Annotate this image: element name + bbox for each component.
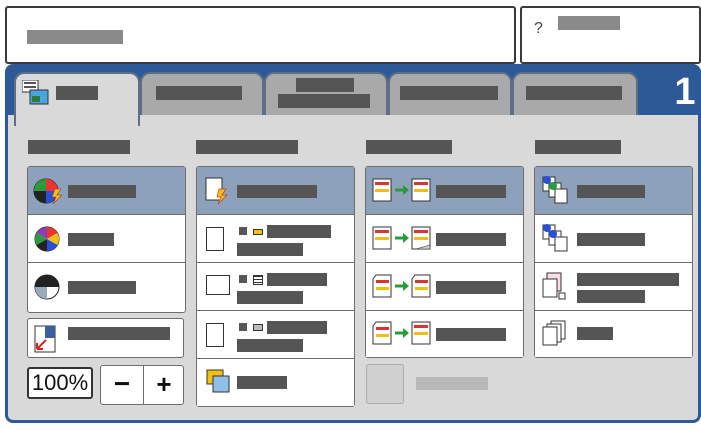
column-heading-output <box>535 140 621 154</box>
color-option-full[interactable] <box>28 215 185 263</box>
option-label <box>68 327 170 340</box>
output-option-stack[interactable] <box>535 311 692 357</box>
option-label <box>237 185 317 198</box>
stacked-icon <box>542 320 566 346</box>
zoom-decrease-button[interactable]: − <box>101 366 143 404</box>
option-label <box>577 233 645 246</box>
option-label <box>436 281 506 294</box>
tab-label <box>526 86 622 100</box>
sided-option-1-1[interactable] <box>366 167 523 215</box>
tray-number-icon <box>239 227 247 235</box>
paper-option-tray3[interactable] <box>197 311 354 359</box>
black-white-icon <box>34 274 60 300</box>
tab-label <box>400 86 498 100</box>
help-icon[interactable]: ? <box>534 20 554 44</box>
option-label-line2 <box>577 290 645 303</box>
status-text-placeholder <box>27 30 123 44</box>
two-sided-icon <box>372 274 431 298</box>
tab-copy[interactable] <box>14 72 140 126</box>
color-option-bw[interactable] <box>28 263 185 311</box>
tab-label <box>156 86 242 100</box>
tray-icon <box>253 275 263 285</box>
collated-icon <box>542 176 568 204</box>
zoom-value[interactable]: 100% <box>27 367 93 399</box>
option-label-line1 <box>267 321 327 334</box>
option-label <box>436 185 506 198</box>
paper-option-more[interactable] <box>197 359 354 406</box>
option-label-line2 <box>237 291 303 304</box>
two-to-one-sided-icon <box>372 321 431 345</box>
paper-icon <box>206 275 230 295</box>
tab-label-line1 <box>296 78 354 92</box>
reduce-enlarge-icon <box>34 325 56 353</box>
paper-icon <box>206 227 224 251</box>
tab-label-line2 <box>278 94 370 108</box>
paper-option-tray1[interactable] <box>197 215 354 263</box>
column-heading-color <box>28 140 130 154</box>
output-option-auto[interactable] <box>535 167 692 215</box>
sided-option-1-2[interactable] <box>366 215 523 263</box>
collated-sets-icon <box>542 224 568 252</box>
option-label <box>577 185 645 198</box>
option-label <box>577 327 613 340</box>
tray-number-icon <box>239 275 247 283</box>
disabled-option-label <box>416 377 488 390</box>
one-to-two-sided-icon <box>372 226 431 250</box>
color-group <box>27 166 186 313</box>
column-heading-paper <box>196 140 298 154</box>
one-sided-icon <box>372 178 431 202</box>
full-color-icon <box>34 226 60 252</box>
output-option-uncollated[interactable] <box>535 263 692 311</box>
option-label-line1 <box>267 273 327 286</box>
tray-icon <box>253 229 263 235</box>
auto-color-icon <box>33 178 63 205</box>
job-count-badge: 1 <box>674 71 696 113</box>
uncollated-icon <box>542 272 566 300</box>
help-label-placeholder <box>558 16 620 30</box>
paper-icon <box>206 323 224 347</box>
option-label <box>237 376 287 389</box>
paper-auto-icon <box>205 177 228 205</box>
option-label <box>436 328 506 341</box>
paper-option-tray2[interactable] <box>197 263 354 311</box>
option-label-line2 <box>237 243 303 256</box>
paper-more-icon <box>206 369 230 393</box>
option-label-line2 <box>237 339 303 352</box>
output-option-collated[interactable] <box>535 215 692 263</box>
option-label <box>68 281 136 294</box>
reduce-enlarge-button[interactable] <box>27 318 184 358</box>
disabled-option-button <box>366 364 404 404</box>
paper-option-auto[interactable] <box>197 167 354 215</box>
tray-icon <box>253 324 263 331</box>
option-label <box>68 185 136 198</box>
sided-option-2-1[interactable] <box>366 311 523 357</box>
option-label <box>68 233 114 246</box>
zoom-stepper: − + <box>100 365 184 405</box>
option-label-line1 <box>267 225 331 238</box>
zoom-increase-button[interactable]: + <box>144 366 184 404</box>
option-label <box>436 233 506 246</box>
help-panel[interactable]: ? <box>520 6 701 64</box>
paper-group <box>196 166 355 407</box>
copy-status-panel <box>5 6 516 64</box>
color-option-auto[interactable] <box>28 167 185 215</box>
sided-group <box>365 166 524 358</box>
column-heading-sided <box>366 140 452 154</box>
output-group <box>534 166 693 358</box>
copy-tab-icon <box>22 80 49 105</box>
tray-number-icon <box>239 323 247 331</box>
sided-option-2-2[interactable] <box>366 263 523 311</box>
tab-label <box>56 86 98 100</box>
option-label-line1 <box>577 273 679 286</box>
